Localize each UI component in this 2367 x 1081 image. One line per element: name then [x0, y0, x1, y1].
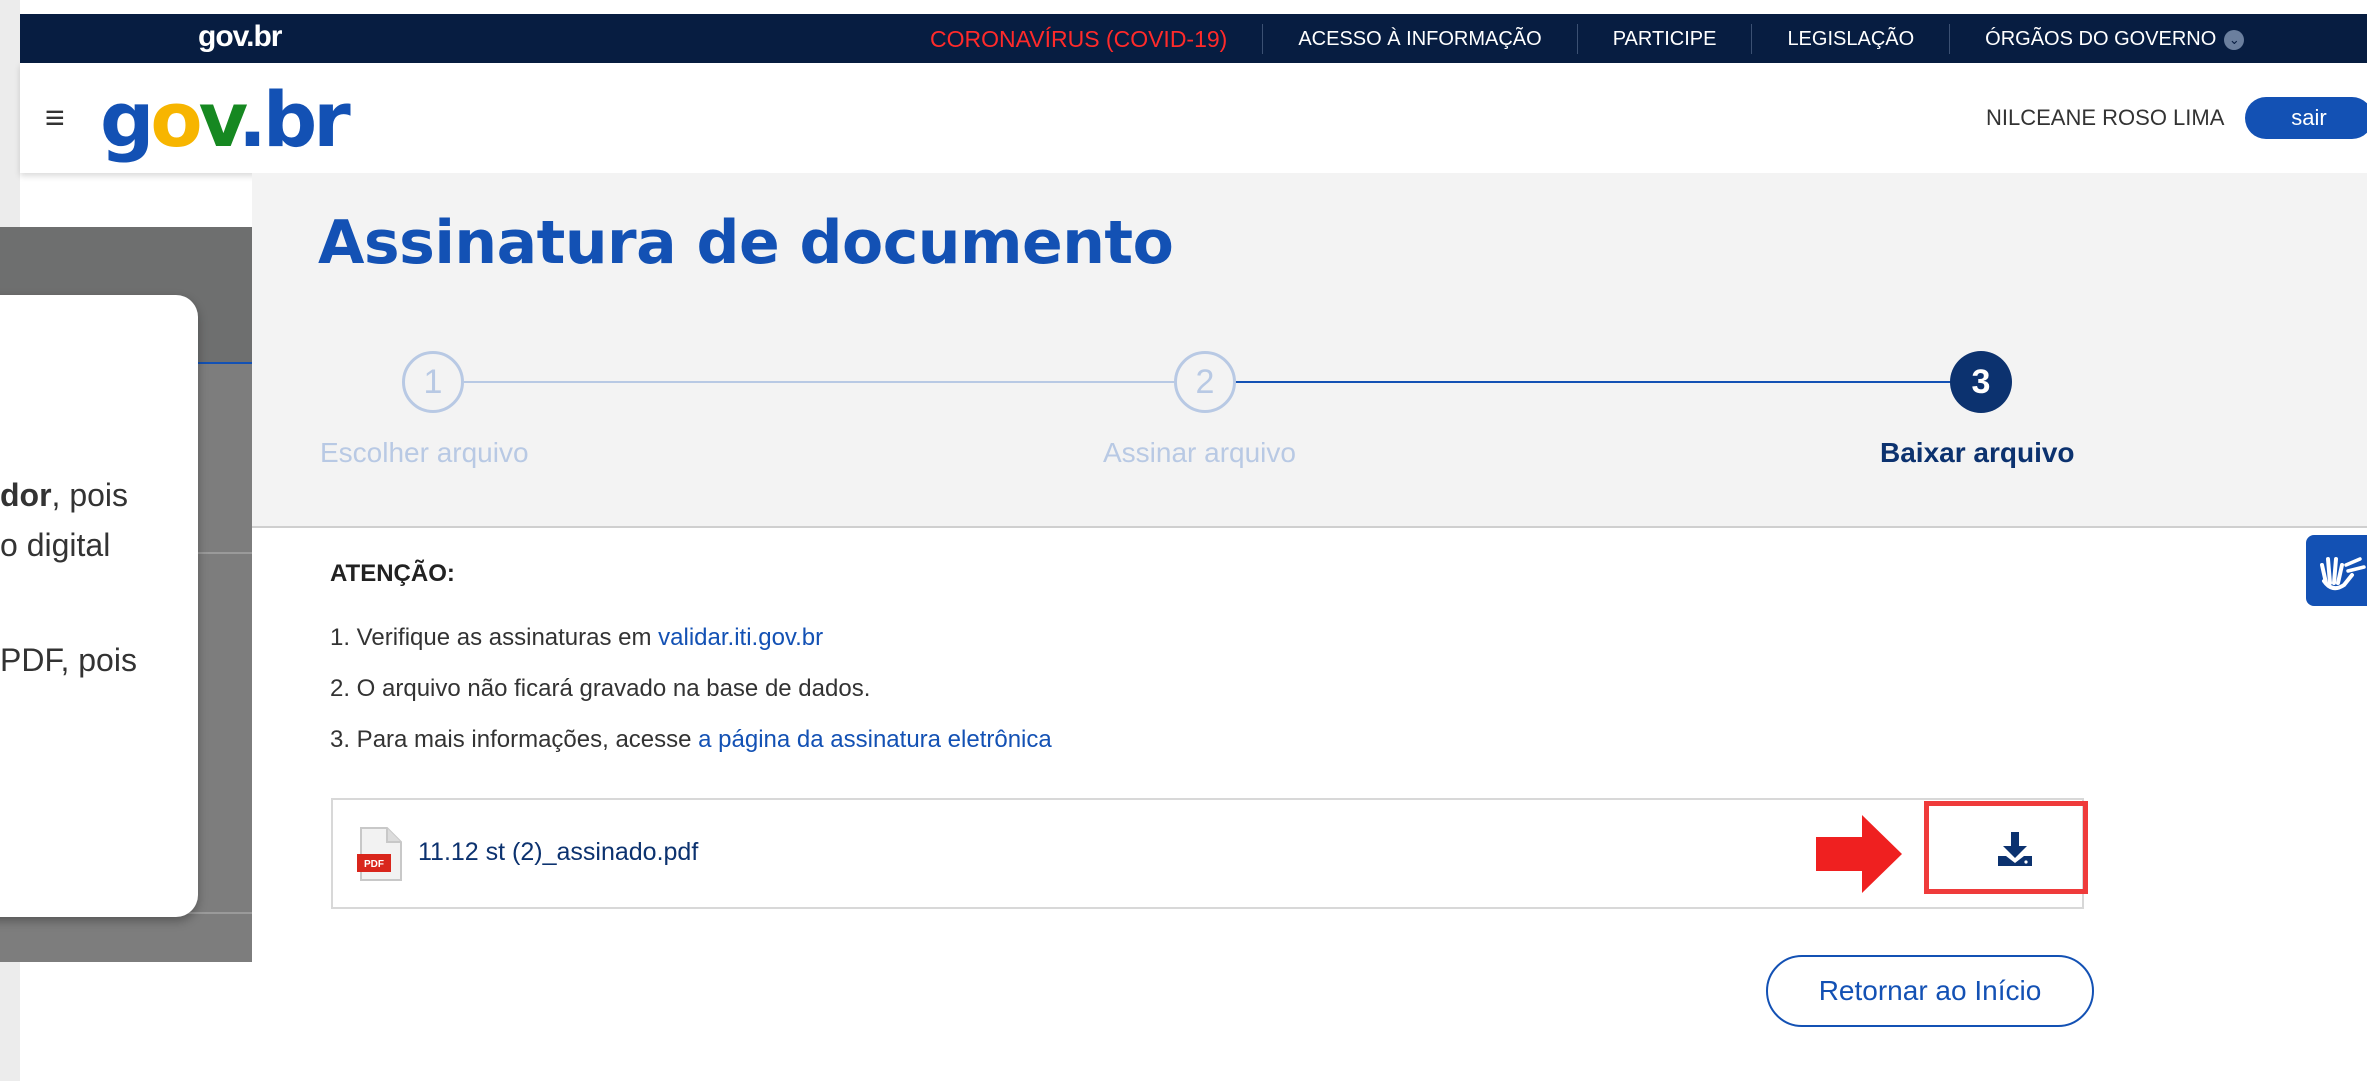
assinatura-eletronica-link[interactable]: a página da assinatura eletrônica — [698, 726, 1052, 753]
govbr-small-logo[interactable]: gov.br — [198, 20, 282, 54]
logo-letter-v: v — [198, 75, 242, 164]
logout-button[interactable]: sair — [2245, 97, 2367, 139]
nav-link-legislacao[interactable]: LEGISLAÇÃO — [1751, 23, 1949, 54]
overlay-text-line-3: PDF, pois — [0, 642, 137, 678]
govbr-logo[interactable]: gov.br — [100, 75, 351, 164]
page-title: Assinatura de documento — [318, 208, 1174, 278]
logo-dot: . — [237, 75, 267, 164]
download-icon[interactable] — [1996, 830, 2034, 868]
attention-item-1-text: 1. Verifique as assinaturas em — [330, 624, 659, 651]
stepper-line-2 — [1235, 381, 1953, 383]
nav-link-orgaos-governo[interactable]: ÓRGÃOS DO GOVERNO ⌄ — [1949, 23, 2279, 54]
chevron-down-icon: ⌄ — [2224, 29, 2245, 50]
logo-letter-g: g — [100, 75, 154, 164]
hamburger-menu-icon[interactable]: ≡ — [45, 99, 65, 138]
page: gov.br CORONAVÍRUS (COVID-19) ACESSO À I… — [0, 0, 2367, 1081]
nav-link-covid[interactable]: CORONAVÍRUS (COVID-19) — [900, 24, 1262, 54]
overlay-text-rest: , pois — [51, 477, 129, 513]
logo-letter-o: o — [150, 75, 202, 164]
stepper-line-1 — [464, 381, 1174, 383]
government-top-bar: gov.br CORONAVÍRUS (COVID-19) ACESSO À I… — [20, 14, 2367, 63]
overlay-blue-line — [190, 362, 252, 364]
validar-link[interactable]: validar.iti.gov.br — [658, 624, 823, 651]
overlay-text-line-1: dor, pois — [0, 477, 128, 514]
overlay-dialog-card: dor, pois o digital PDF, pois — [0, 295, 198, 917]
step-1-circle: 1 — [402, 351, 464, 413]
nav-link-participe[interactable]: PARTICIPE — [1576, 23, 1752, 54]
attention-title: ATENÇÃO: — [330, 560, 455, 587]
attention-item-1: 1. Verifique as assinaturas em validar.i… — [330, 624, 823, 652]
logo-letters-br: br — [262, 75, 351, 164]
site-header: ≡ gov.br NILCEANE ROSO LIMA sair — [20, 63, 2367, 173]
attention-item-2: 2. O arquivo não ficará gravado na base … — [330, 675, 871, 702]
top-nav: CORONAVÍRUS (COVID-19) ACESSO À INFORMAÇ… — [900, 14, 2279, 63]
pdf-icon-label: PDF — [364, 859, 384, 870]
pdf-file-icon: PDF — [357, 827, 402, 881]
vlibras-accessibility-widget[interactable] — [2306, 535, 2367, 606]
attention-item-3: 3. Para mais informações, acesse a págin… — [330, 726, 1052, 754]
return-home-button[interactable]: Retornar ao Início — [1766, 955, 2094, 1027]
step-2-circle: 2 — [1174, 351, 1236, 413]
overlay-text-line-2: o digital — [0, 527, 111, 563]
sign-language-hands-icon — [2320, 557, 2366, 591]
user-name: NILCEANE ROSO LIMA — [1986, 105, 2225, 130]
step-3-label: Baixar arquivo — [1880, 437, 2075, 468]
left-overlay-panel: dor, pois o digital PDF, pois — [0, 227, 252, 962]
red-arrow-icon — [1816, 815, 1902, 893]
attention-item-3-text: 3. Para mais informações, acesse — [330, 726, 699, 753]
step-3-circle: 3 — [1950, 351, 2012, 413]
step-1-label: Escolher arquivo — [320, 437, 529, 468]
overlay-text-bold: dor — [0, 477, 52, 513]
nav-link-orgaos-label: ÓRGÃOS DO GOVERNO — [1985, 27, 2217, 50]
file-name-link[interactable]: 11.12 st (2)_assinado.pdf — [418, 838, 698, 867]
nav-link-acesso-informacao[interactable]: ACESSO À INFORMAÇÃO — [1262, 23, 1576, 54]
step-2-label: Assinar arquivo — [1103, 437, 1296, 468]
